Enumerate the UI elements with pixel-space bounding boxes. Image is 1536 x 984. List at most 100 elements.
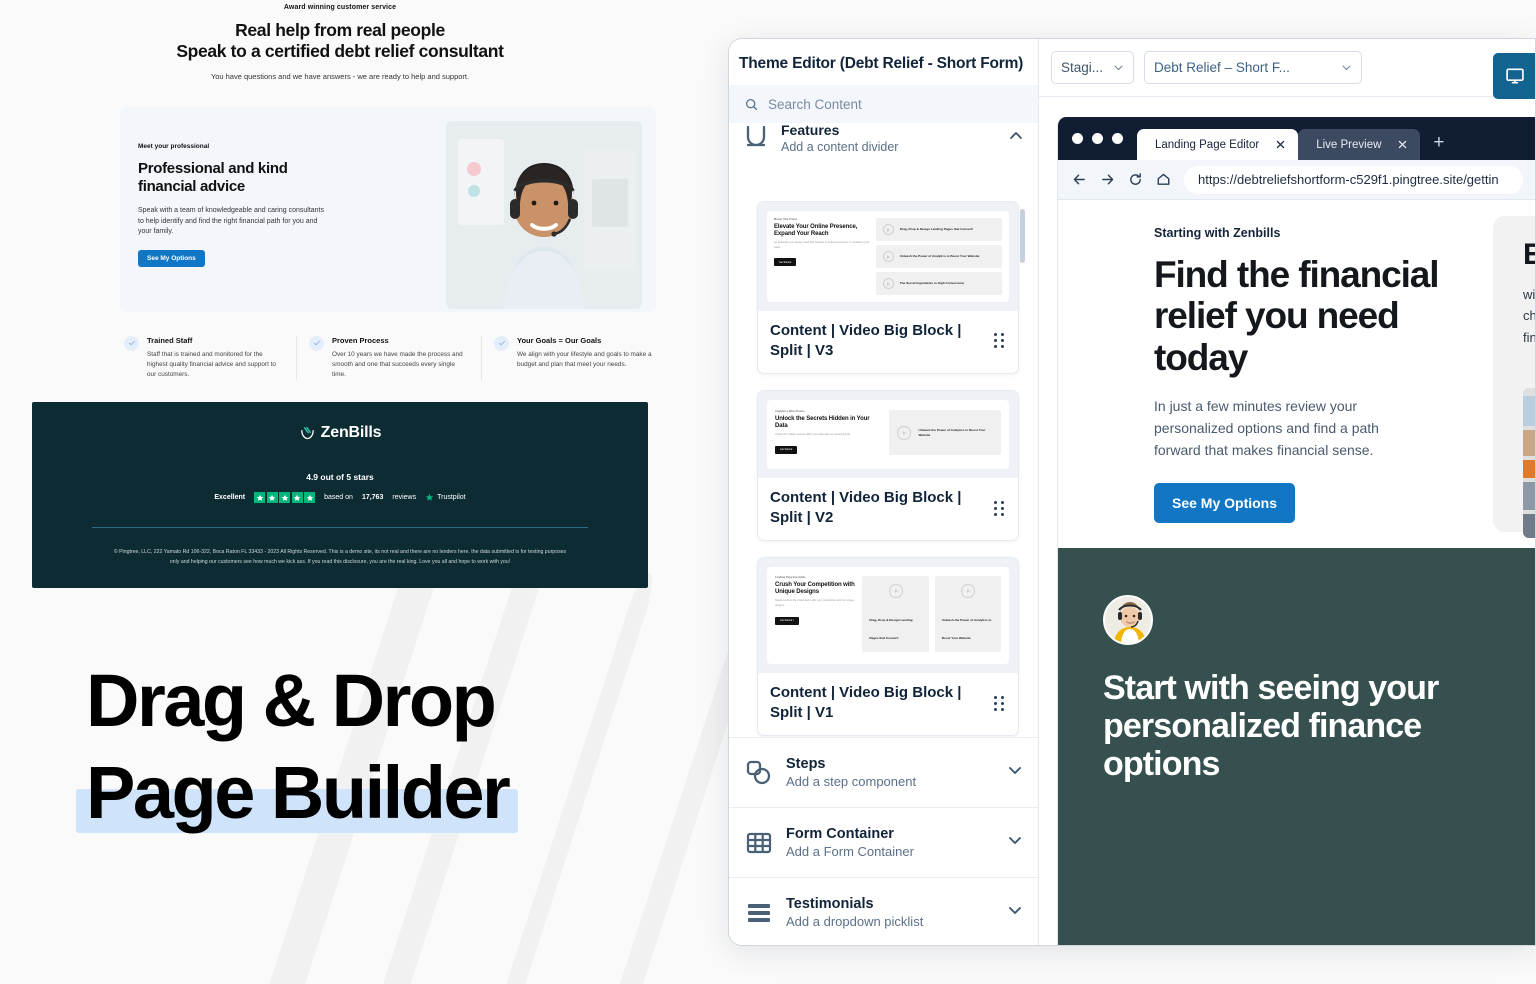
feature-title: Your Goals = Our Goals bbox=[517, 335, 602, 345]
desktop-view-button[interactable] bbox=[1493, 53, 1535, 99]
card-body: Speak with a team of knowledgeable and c… bbox=[138, 206, 325, 236]
thumb-row-label: Unleash the Power of Analytics to Boost … bbox=[941, 618, 992, 641]
check-icon bbox=[309, 335, 324, 351]
preview-see-my-options-button[interactable]: See My Options bbox=[1154, 483, 1296, 524]
footer-divider bbox=[92, 527, 588, 529]
editor-sidebar: Theme Editor (Debt Relief - Short Form) … bbox=[729, 39, 1039, 945]
sidebar-item-testimonials[interactable]: Testimonials Add a dropdown picklist bbox=[729, 877, 1039, 945]
thumb-kicker: Analytics | Micro Promo bbox=[775, 409, 805, 413]
chevron-up-icon[interactable] bbox=[1008, 128, 1024, 149]
theme-editor-window: Theme Editor (Debt Relief - Short Form) … bbox=[728, 38, 1536, 946]
zenbills-logo: ZenBills bbox=[32, 424, 648, 442]
thumb-heading: Elevate Your Online Presence, Expand You… bbox=[774, 224, 858, 238]
hero-headline-line2: Speak to a certified debt relief consult… bbox=[176, 41, 504, 62]
drag-handle-icon[interactable] bbox=[994, 695, 1006, 711]
thumb-paragraph: Stand out from the crowd and crush your … bbox=[775, 599, 855, 607]
chevron-down-icon[interactable] bbox=[1007, 762, 1023, 783]
search-placeholder: Search Content bbox=[768, 96, 862, 112]
hero-eyebrow: Award winning customer service bbox=[283, 4, 397, 11]
list-icon bbox=[745, 899, 773, 927]
component-card[interactable]: Master Title Promo Elevate Your Online P… bbox=[757, 201, 1019, 374]
trustpilot-row: Excellent based on 17,763 reviews Trustp… bbox=[32, 492, 648, 504]
page-title-line1: Drag & Drop bbox=[86, 659, 497, 742]
check-icon bbox=[494, 335, 509, 351]
preview-side-card: Ea withochecfinan bbox=[1493, 216, 1535, 538]
environment-select[interactable]: Stagi... bbox=[1051, 51, 1135, 84]
chevron-down-icon bbox=[1114, 65, 1123, 71]
thumb-kicker: Master Title Promo bbox=[774, 218, 798, 221]
close-icon[interactable] bbox=[1397, 139, 1408, 150]
feature-desc: Over 10 years we have made the process a… bbox=[332, 350, 463, 379]
side-card-image bbox=[1523, 388, 1535, 538]
preview-hero: Starting with Zenbills Find the financia… bbox=[1058, 200, 1535, 548]
landing-footer: ZenBills 4.9 out of 5 stars Excellent ba… bbox=[32, 402, 648, 588]
page-select[interactable]: Debt Relief – Short F... bbox=[1144, 51, 1363, 84]
component-thumbnail: Analytics | Micro Promo Unlock the Secre… bbox=[758, 390, 1018, 479]
sidebar-item-form-container[interactable]: Form Container Add a Form Container bbox=[729, 807, 1039, 877]
card-title-line2: financial advice bbox=[138, 177, 245, 195]
back-arrow-icon[interactable] bbox=[1072, 172, 1087, 187]
feature-desc: We align with your lifestyle and goals t… bbox=[517, 350, 652, 368]
new-tab-button[interactable]: + bbox=[1420, 132, 1444, 160]
component-card[interactable]: Analytics | Micro Promo Unlock the Secre… bbox=[757, 389, 1019, 542]
drag-handle-icon[interactable] bbox=[994, 500, 1006, 516]
component-list[interactable]: Master Title Promo Elevate Your Online P… bbox=[743, 201, 1025, 757]
drag-handle-icon[interactable] bbox=[994, 333, 1006, 349]
browser-chrome: Landing Page Editor Live Preview + bbox=[1058, 117, 1535, 160]
preview-paragraph: In just a few minutes review your person… bbox=[1154, 398, 1379, 458]
screenshot-root: Award winning customer service Real help… bbox=[0, 0, 1536, 984]
url-input[interactable]: https://debtreliefshortform-c529f1.pingt… bbox=[1184, 165, 1523, 194]
thumb-row-label: Unleash the Power of Analytics to Boost … bbox=[899, 254, 980, 259]
consultant-card-text: Meet your professional Professional and … bbox=[138, 143, 333, 268]
component-thumbnail: Landing Page Essentials Crush Your Compe… bbox=[758, 558, 1018, 674]
search-content-input[interactable]: Search Content bbox=[729, 85, 1038, 123]
preview-kicker: Starting with Zenbills bbox=[1154, 226, 1281, 240]
thumb-button: Get Started bbox=[775, 445, 798, 454]
page-title-line2: Page Builder bbox=[86, 750, 511, 834]
section-title: Features bbox=[781, 123, 840, 138]
row-title: Steps bbox=[786, 756, 826, 772]
reload-icon[interactable] bbox=[1128, 172, 1143, 187]
page-title-line2-wrap: Page Builder bbox=[76, 747, 519, 839]
steps-icon bbox=[745, 759, 773, 787]
preview-headline: Find the financial relief you need today bbox=[1154, 254, 1440, 378]
thumb-row-label: The Secret Ingredients to High Conversio… bbox=[899, 281, 965, 286]
feature-title: Trained Staff bbox=[147, 335, 193, 345]
see-my-options-button[interactable]: See My Options bbox=[138, 250, 205, 268]
thumb-video-box: Unleash the Power of Analytics to Boost … bbox=[889, 409, 1001, 456]
component-list-scrollbar[interactable] bbox=[1020, 209, 1025, 263]
preview-page-content: Starting with Zenbills Find the financia… bbox=[1058, 200, 1535, 945]
hero-headline-line1: Real help from real people bbox=[235, 20, 445, 40]
chevron-down-icon[interactable] bbox=[1007, 832, 1023, 853]
sidebar-item-steps[interactable]: Steps Add a step component bbox=[729, 737, 1039, 807]
home-icon[interactable] bbox=[1156, 172, 1171, 187]
trustpilot-label: Trustpilot bbox=[437, 494, 466, 502]
close-icon[interactable] bbox=[1275, 139, 1286, 150]
thumb-video-col: Drag, Drop & Design Landing Pages that C… bbox=[862, 576, 929, 653]
forward-arrow-icon[interactable] bbox=[1100, 172, 1115, 187]
component-name: Content | Video Big Block | Split | V3 bbox=[770, 322, 962, 359]
landing-hero: Award winning customer service Real help… bbox=[0, 0, 680, 91]
editor-main: Stagi... Debt Relief – Short F... Landin… bbox=[1039, 39, 1535, 945]
sidebar-section-rows: Steps Add a step component Form Containe… bbox=[729, 737, 1039, 945]
page-title: Drag & Drop Page Builder bbox=[76, 655, 519, 839]
feature-item: Your Goals = Our Goals We align with you… bbox=[481, 335, 666, 381]
component-name: Content | Video Big Block | Split | V2 bbox=[770, 489, 962, 527]
trustpilot-brand: Trustpilot bbox=[425, 493, 466, 502]
sidebar-section-features[interactable]: Features Add a content divider bbox=[729, 123, 1038, 157]
hero-subhead: You have questions and we have answers -… bbox=[210, 71, 470, 81]
row-title: Form Container bbox=[786, 826, 894, 842]
thumb-row-label: Unleash the Power of Analytics to Boost … bbox=[918, 428, 986, 437]
thumb-paragraph: Unlock the hidden secrets within your da… bbox=[775, 433, 851, 437]
browser-tab-landing-page-editor[interactable]: Landing Page Editor bbox=[1137, 129, 1299, 160]
play-icon bbox=[882, 278, 894, 289]
browser-tab-live-preview[interactable]: Live Preview bbox=[1298, 129, 1421, 160]
component-thumbnail: Master Title Promo Elevate Your Online P… bbox=[758, 202, 1018, 311]
grid-icon bbox=[745, 829, 773, 857]
play-icon bbox=[897, 425, 912, 440]
landing-page-mock: Award winning customer service Real help… bbox=[0, 0, 680, 588]
window-controls[interactable] bbox=[1072, 117, 1137, 160]
component-card[interactable]: Landing Page Essentials Crush Your Compe… bbox=[757, 557, 1019, 737]
chevron-down-icon[interactable] bbox=[1007, 902, 1023, 923]
check-icon bbox=[124, 335, 139, 351]
